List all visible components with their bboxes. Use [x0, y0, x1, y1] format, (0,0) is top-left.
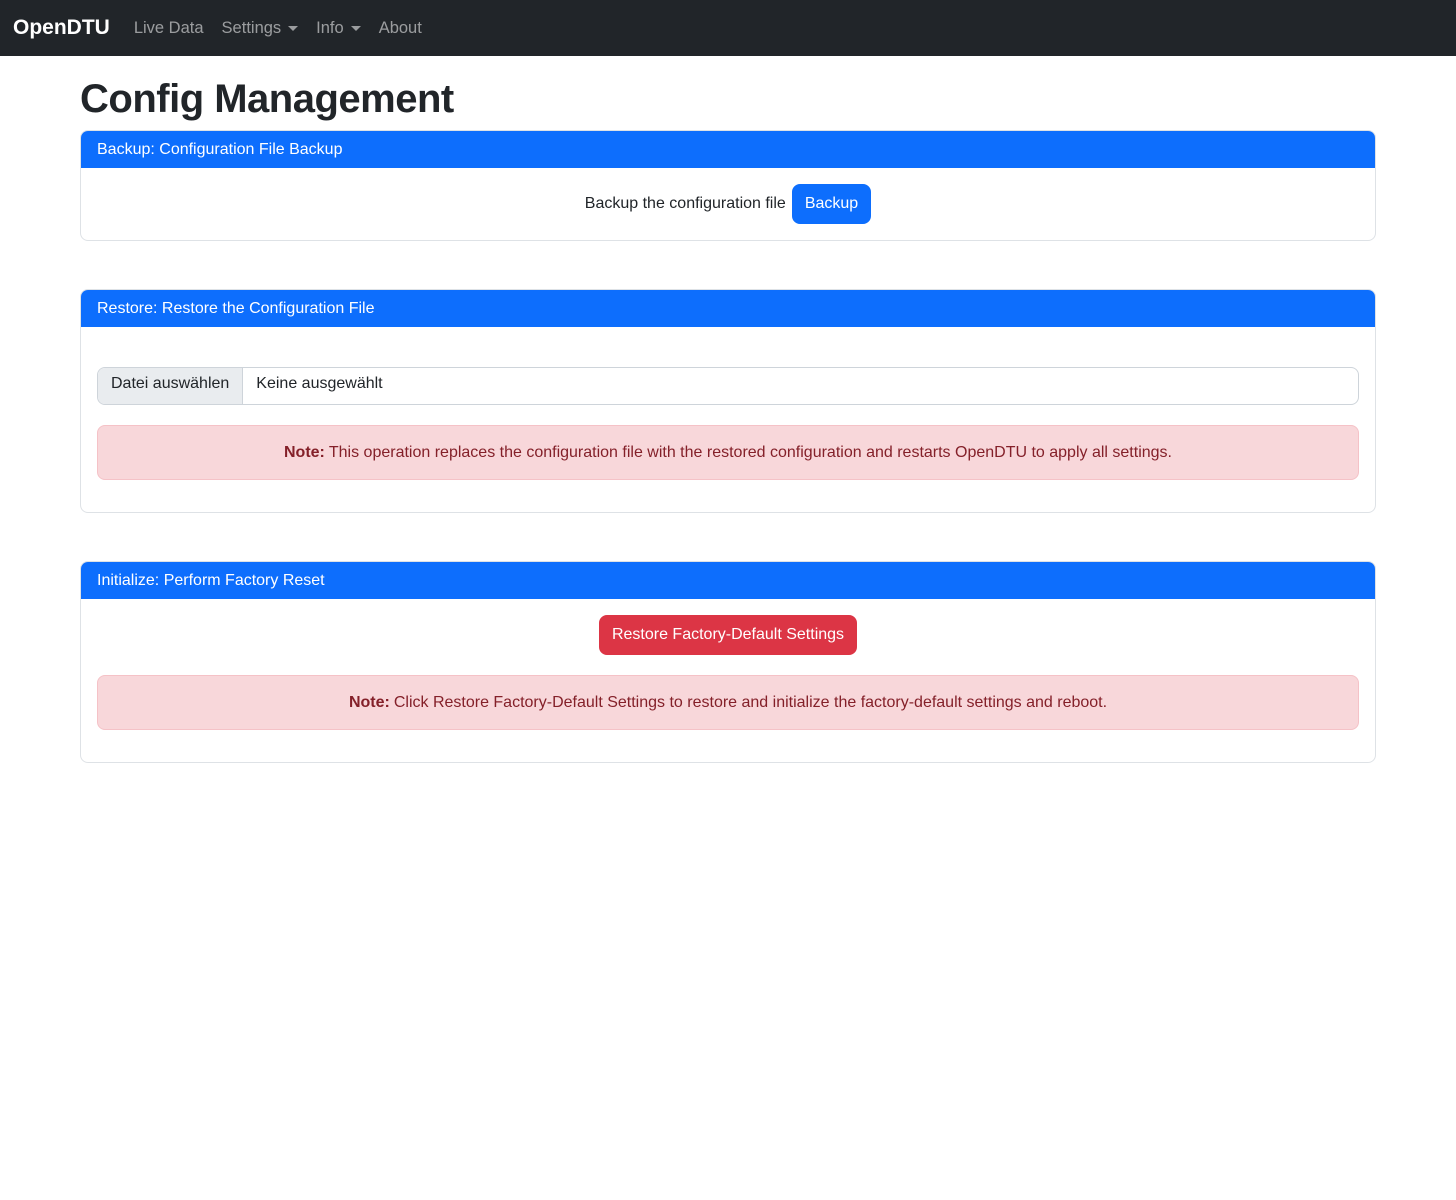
chevron-down-icon: [351, 26, 361, 31]
chevron-down-icon: [288, 26, 298, 31]
main-content: Config Management Backup: Configuration …: [68, 77, 1388, 763]
backup-card-body: Backup the configuration file Backup: [81, 168, 1375, 240]
factory-reset-card-body: Restore Factory-Default Settings Note:Cl…: [81, 599, 1375, 762]
restore-card: Restore: Restore the Configuration File …: [80, 289, 1376, 513]
backup-label: Backup the configuration file: [585, 195, 786, 213]
brand-opendtu[interactable]: OpenDTU: [13, 16, 110, 40]
page-title: Config Management: [80, 77, 1376, 122]
note-text: This operation replaces the configuratio…: [329, 444, 1172, 461]
nav-item-settings[interactable]: Settings: [214, 11, 307, 46]
note-text: Click Restore Factory-Default Settings t…: [394, 694, 1107, 711]
nav-label: Info: [316, 19, 344, 38]
nav-item-info[interactable]: Info: [308, 11, 369, 46]
restore-file-input[interactable]: Datei auswählen Keine ausgewählt: [97, 367, 1359, 405]
note-prefix: Note:: [284, 444, 325, 461]
navbar: OpenDTU Live Data Settings Info About: [0, 0, 1456, 56]
restore-card-body: Datei auswählen Keine ausgewählt Note:Th…: [81, 327, 1375, 512]
file-chosen-status: Keine ausgewählt: [243, 368, 395, 404]
nav-item-about[interactable]: About: [371, 11, 430, 46]
restore-card-header: Restore: Restore the Configuration File: [81, 290, 1375, 327]
nav-label: Settings: [222, 19, 282, 38]
main-nav: Live Data Settings Info About: [126, 11, 432, 46]
backup-card: Backup: Configuration File Backup Backup…: [80, 130, 1376, 241]
factory-reset-button[interactable]: Restore Factory-Default Settings: [599, 615, 857, 655]
nav-label: Live Data: [134, 19, 204, 38]
backup-button[interactable]: Backup: [792, 184, 871, 224]
file-choose-button[interactable]: Datei auswählen: [98, 368, 243, 404]
note-prefix: Note:: [349, 694, 390, 711]
backup-card-header: Backup: Configuration File Backup: [81, 131, 1375, 168]
restore-note-alert: Note:This operation replaces the configu…: [97, 425, 1359, 480]
factory-reset-card: Initialize: Perform Factory Reset Restor…: [80, 561, 1376, 763]
nav-item-live-data[interactable]: Live Data: [126, 11, 212, 46]
factory-reset-note-alert: Note:Click Restore Factory-Default Setti…: [97, 675, 1359, 730]
nav-label: About: [379, 19, 422, 38]
factory-reset-card-header: Initialize: Perform Factory Reset: [81, 562, 1375, 599]
